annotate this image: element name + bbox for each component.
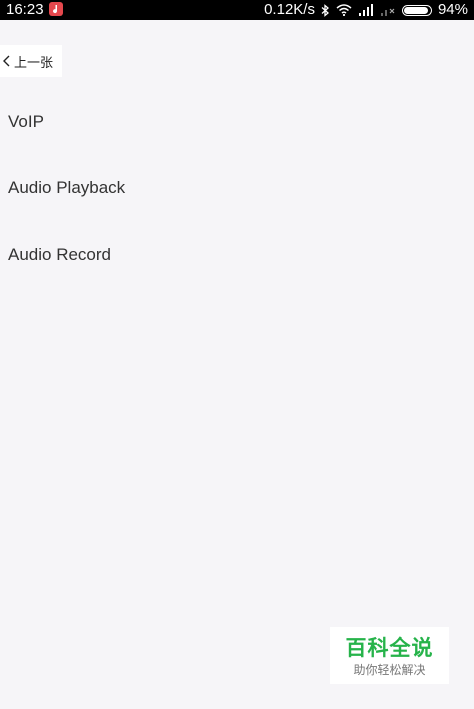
bluetooth-icon (321, 3, 330, 17)
status-time: 16:23 (6, 1, 44, 18)
status-icons: 0.12K/s 94% (264, 0, 468, 20)
back-button-label: 上一张 (14, 54, 54, 70)
notification-app-icon (49, 2, 63, 16)
menu-item-audio-playback[interactable]: Audio Playback (8, 178, 125, 198)
menu-item-voip[interactable]: VoIP (8, 112, 44, 132)
watermark-subtitle: 助你轻松解决 (353, 663, 426, 677)
battery-percent: 94% (437, 1, 468, 18)
battery-icon (401, 4, 432, 16)
network-speed: 0.12K/s (264, 1, 315, 18)
chevron-left-icon (2, 55, 11, 67)
watermark-logo: 百科全说 助你轻松解决 (330, 627, 449, 684)
wifi-icon (336, 4, 352, 16)
status-bar: 16:23 0.12K/s 94% (0, 0, 474, 20)
menu-item-audio-record[interactable]: Audio Record (8, 245, 111, 265)
watermark-title: 百科全说 (345, 637, 434, 660)
back-button[interactable]: 上一张 (0, 45, 62, 77)
signal-icon (358, 4, 374, 16)
no-signal-icon (380, 4, 396, 16)
battery-fill (403, 6, 429, 14)
